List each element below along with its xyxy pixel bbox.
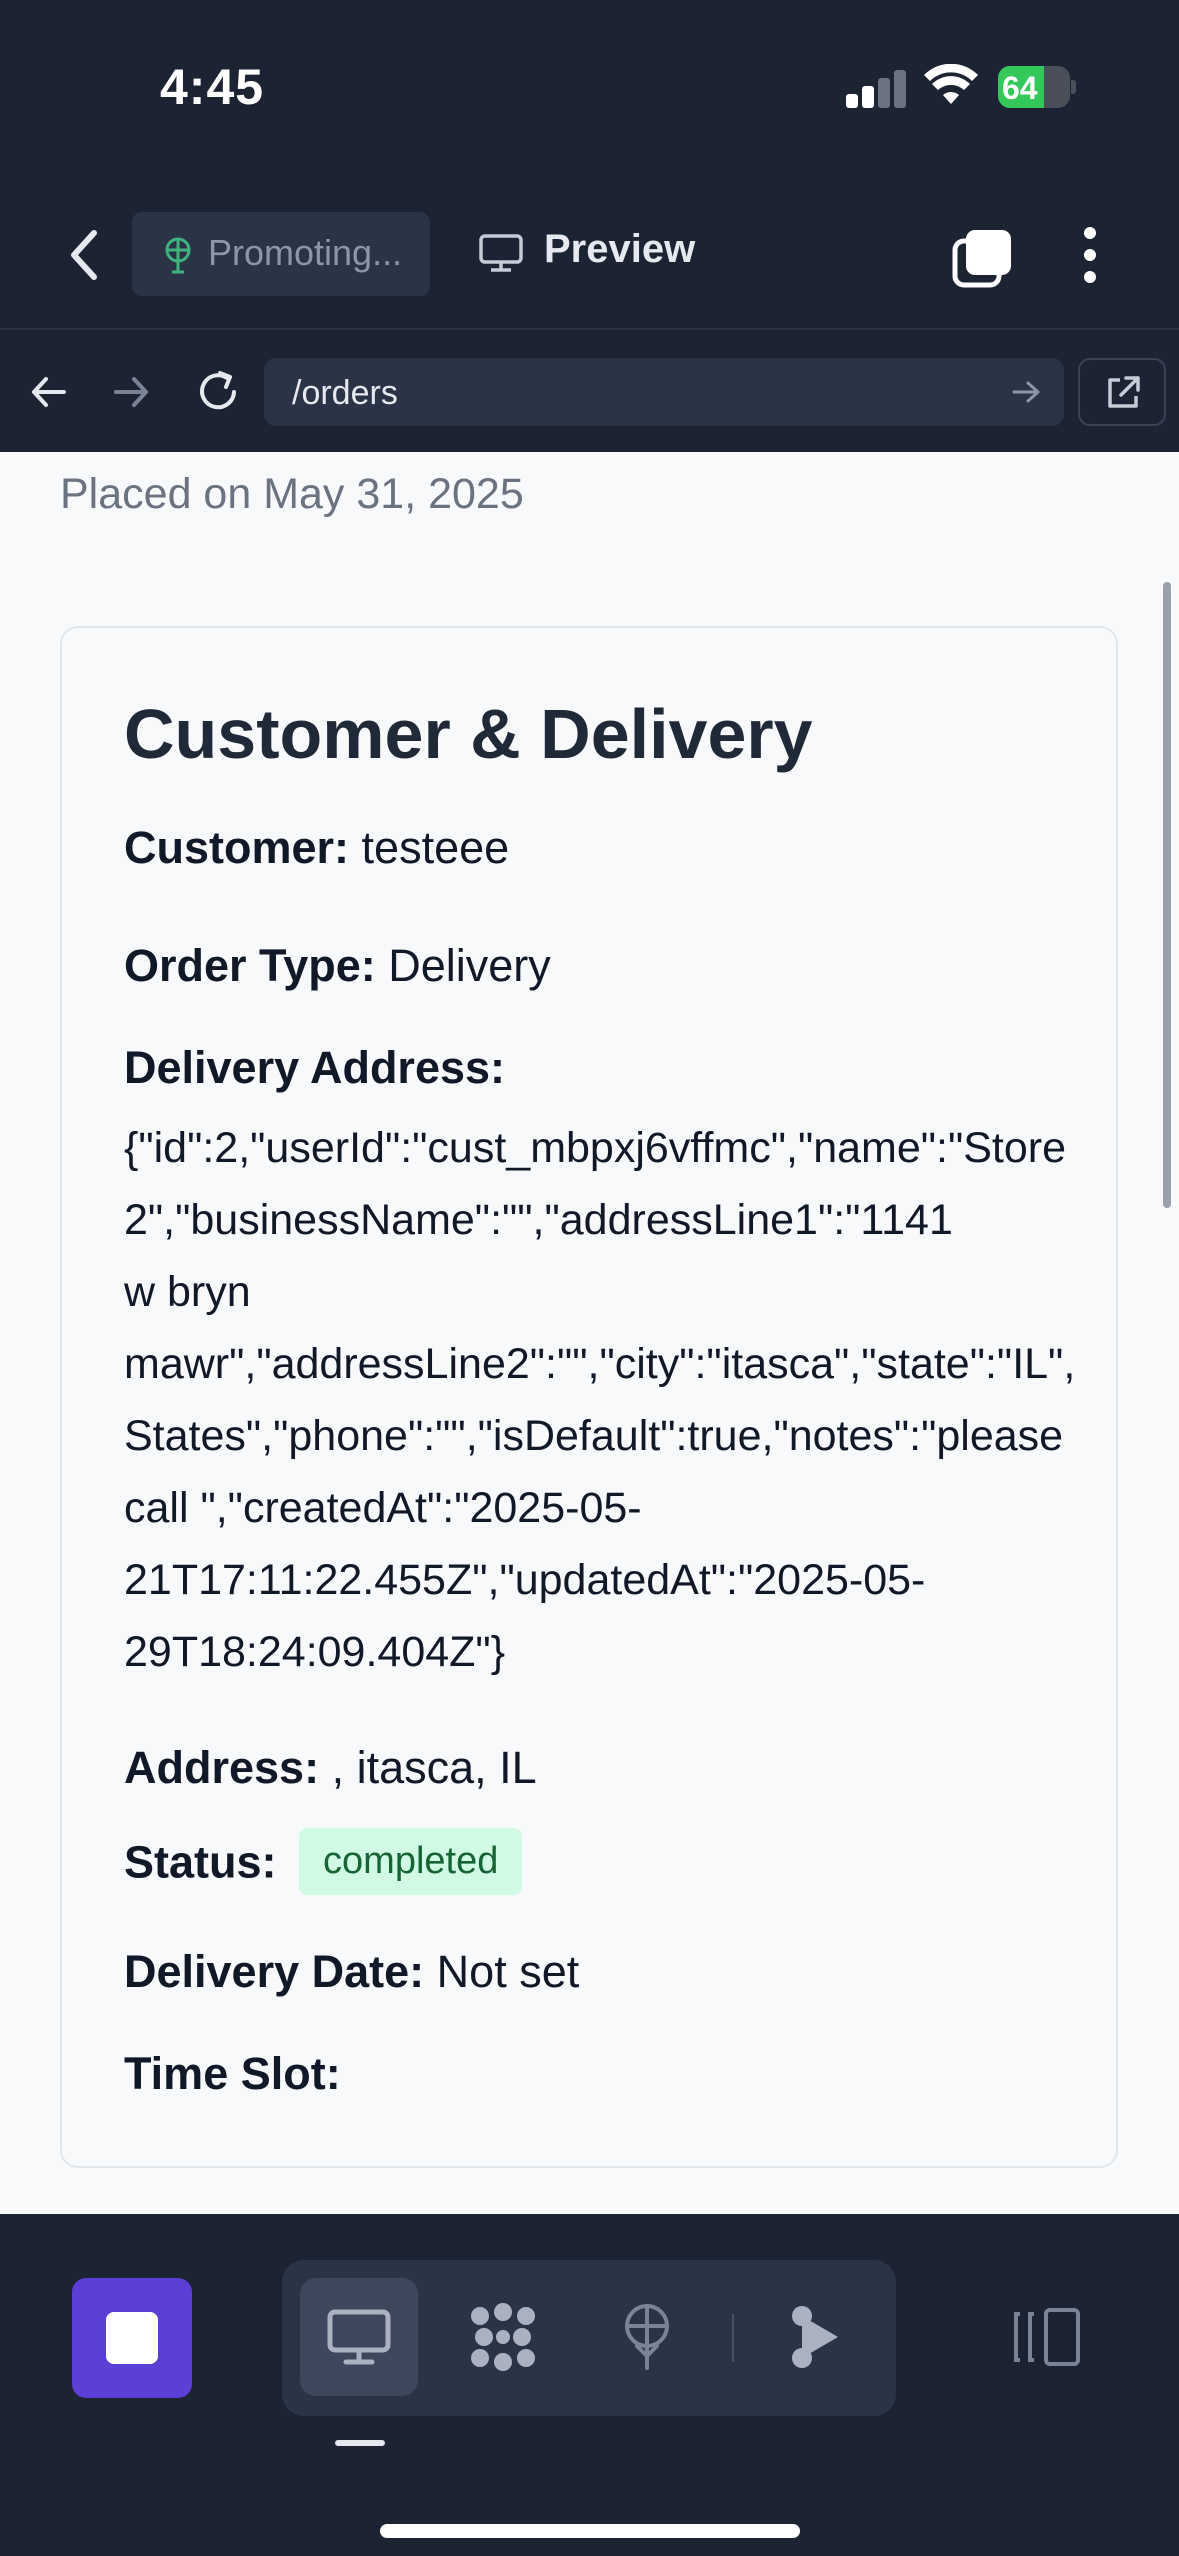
status-label: Status: (124, 1836, 277, 1888)
delivery-date-label: Delivery Date: (124, 1946, 425, 1997)
customer-delivery-card: Customer & Delivery Customer: testeee Or… (60, 626, 1118, 2168)
order-type-value: Delivery (388, 940, 551, 991)
address-value: , itasca, IL (331, 1742, 537, 1793)
wifi-icon (924, 64, 978, 104)
arrow-right-icon[interactable] (1012, 378, 1042, 406)
tool-preview[interactable] (300, 2278, 418, 2396)
address-json-line: 2","businessName":"","addressLine1":"114… (124, 1196, 953, 1244)
tool-deploy[interactable] (588, 2278, 706, 2396)
order-type-row: Order Type: Delivery (124, 940, 551, 992)
apps-grid-icon (471, 2303, 535, 2371)
status-bar: 4:45 64 (0, 0, 1179, 175)
external-link-icon (1108, 376, 1140, 408)
tool-separator (732, 2314, 734, 2362)
satellite-dish-icon (165, 237, 191, 274)
customer-value: testeee (361, 822, 510, 873)
address-json-line: call ","createdAt":"2025-05- (124, 1484, 642, 1532)
cellular-signal-icon (846, 70, 906, 108)
tool-run[interactable] (758, 2278, 876, 2396)
card-title: Customer & Delivery (124, 695, 813, 773)
address-json-line: w bryn (124, 1268, 251, 1316)
delivery-address-label-row: Delivery Address: (124, 1042, 505, 1094)
open-external-button[interactable] (1078, 358, 1166, 426)
tool-apps[interactable] (444, 2278, 562, 2396)
stop-icon (106, 2312, 158, 2364)
chevron-left-icon[interactable] (60, 225, 110, 285)
delivery-date-value: Not set (436, 1946, 580, 1997)
split-view-icon[interactable] (1010, 2306, 1084, 2368)
monitor-icon (479, 234, 523, 272)
order-type-label: Order Type: (124, 940, 376, 991)
tool-group (282, 2260, 896, 2416)
time-slot-row: Time Slot: (124, 2048, 341, 2100)
time-slot-label: Time Slot: (124, 2048, 341, 2099)
url-text: /orders (292, 374, 398, 412)
status-time: 4:45 (160, 59, 265, 115)
promoting-label: Promoting... (208, 232, 403, 273)
status-row: Status: completed (124, 1828, 523, 1899)
arrow-right-icon[interactable] (112, 367, 152, 417)
order-placed-date: Placed on May 31, 2025 (60, 470, 524, 518)
promoting-button[interactable]: Promoting... (132, 212, 430, 296)
more-vertical-icon[interactable] (1072, 225, 1108, 285)
battery-charging-icon: 64 (998, 66, 1076, 108)
tabs-icon[interactable] (952, 227, 1014, 289)
home-indicator[interactable] (380, 2524, 800, 2538)
address-label: Address: (124, 1742, 320, 1793)
reload-icon[interactable] (194, 367, 242, 417)
customer-label: Customer: (124, 822, 350, 873)
delivery-date-row: Delivery Date: Not set (124, 1946, 579, 1998)
preview-label: Preview (544, 227, 696, 271)
url-input[interactable]: /orders (264, 358, 1064, 426)
arrow-left-icon[interactable] (28, 367, 68, 417)
play-branch-icon (792, 2306, 838, 2368)
address-json-line: 21T17:11:22.455Z","updatedAt":"2025-05- (124, 1556, 926, 1604)
battery-percent: 64 (1002, 70, 1038, 106)
address-json-line: States","phone":"","isDefault":true,"not… (124, 1412, 1064, 1460)
status-badge: completed (299, 1828, 523, 1895)
satellite-dish-icon (625, 2304, 669, 2370)
address-json-line: {"id":2,"userId":"cust_mbpxj6vffmc","nam… (124, 1124, 1067, 1172)
address-json-line: mawr","addressLine2":"","city":"itasca",… (124, 1340, 1076, 1388)
address-json-line: 29T18:24:09.404Z"} (124, 1628, 506, 1676)
delivery-address-label: Delivery Address: (124, 1042, 506, 1093)
address-row: Address: , itasca, IL (124, 1742, 537, 1794)
scrollbar[interactable] (1163, 582, 1171, 1208)
app-bar: Promoting... Preview (0, 175, 1179, 330)
url-bar: /orders (0, 332, 1179, 452)
customer-row: Customer: testeee (124, 822, 509, 874)
active-tool-indicator (335, 2440, 385, 2446)
stop-button[interactable] (72, 2278, 192, 2398)
monitor-icon (327, 2309, 391, 2365)
bottom-toolbar (0, 2214, 1179, 2556)
page-content[interactable]: Placed on May 31, 2025 Customer & Delive… (0, 452, 1179, 2214)
delivery-address-value: {"id":2,"userId":"cust_mbpxj6vffmc","nam… (124, 1112, 1144, 1688)
